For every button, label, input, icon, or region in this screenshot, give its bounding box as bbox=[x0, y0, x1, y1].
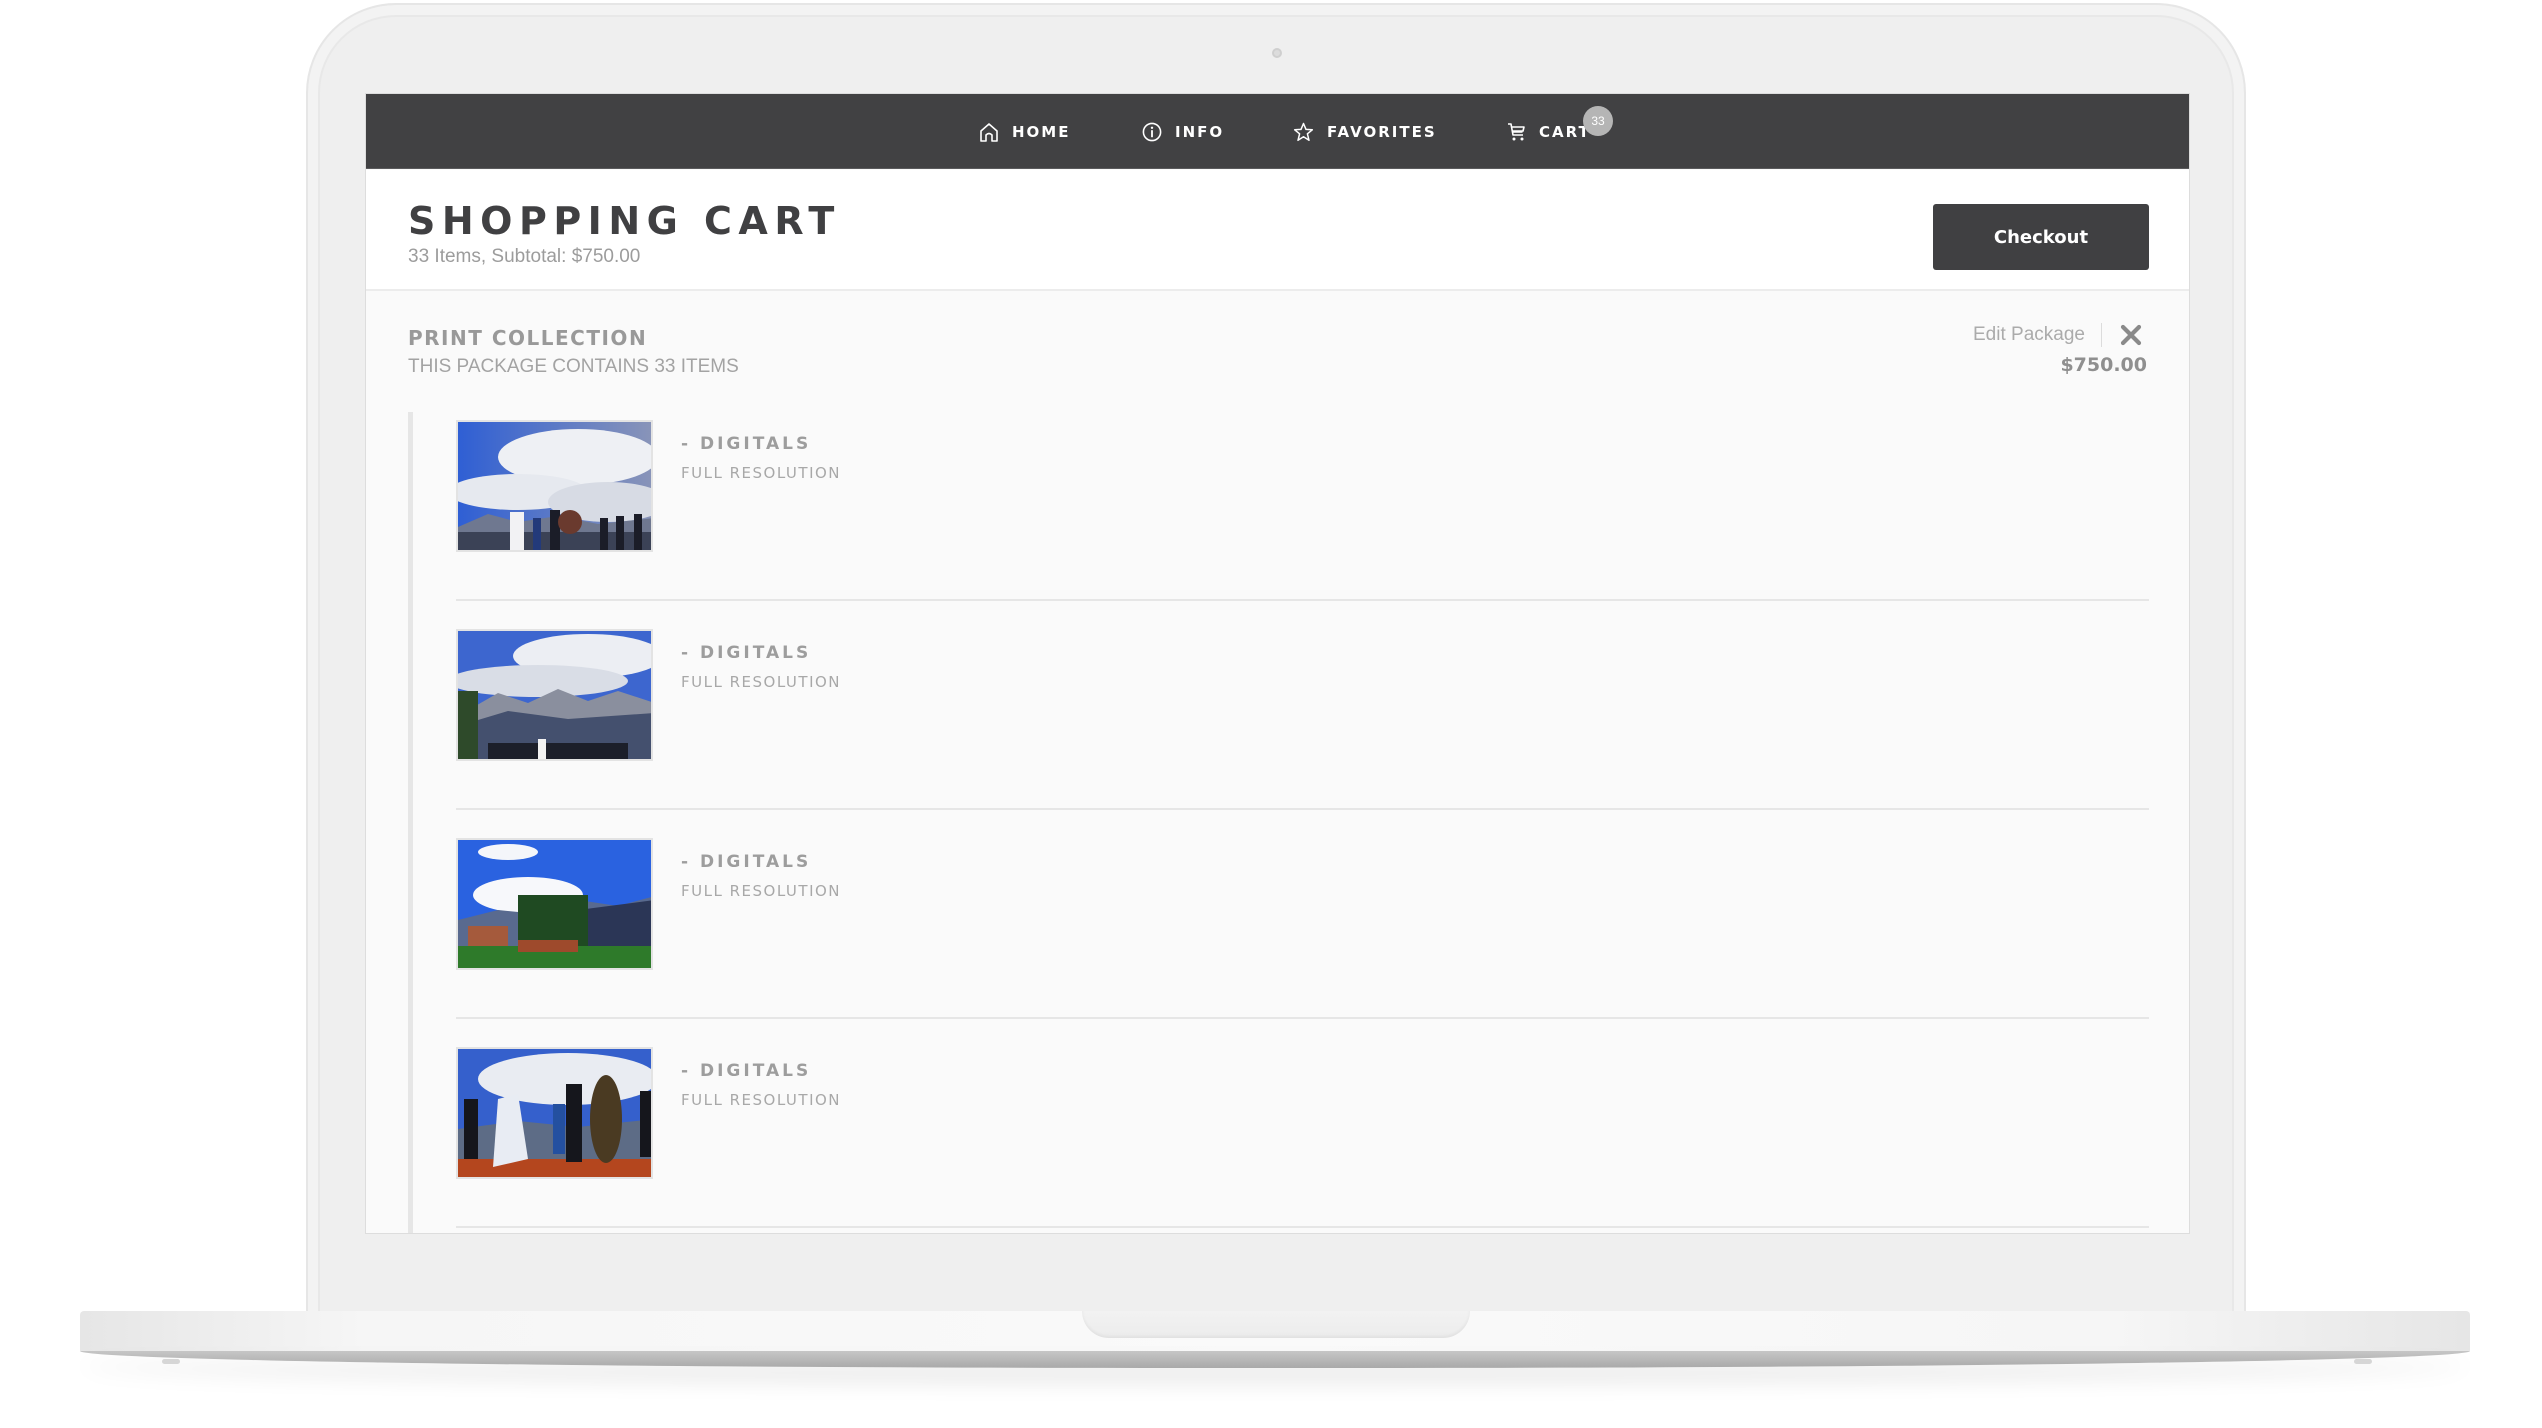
package-items-rule bbox=[408, 412, 413, 1233]
item-thumbnail[interactable] bbox=[456, 629, 653, 761]
item-description: FULL RESOLUTION bbox=[681, 673, 842, 691]
package-title: PRINT COLLECTION bbox=[408, 326, 648, 350]
item-description: FULL RESOLUTION bbox=[681, 464, 842, 482]
list-item: - DIGITALS FULL RESOLUTION bbox=[456, 392, 2149, 601]
cart-summary: 33 Items, Subtotal: $750.00 bbox=[408, 246, 641, 267]
remove-package-button[interactable] bbox=[2119, 323, 2143, 347]
laptop-hinge-notch bbox=[1082, 1311, 1470, 1338]
nav-info-label: INFO bbox=[1175, 122, 1225, 141]
item-description: FULL RESOLUTION bbox=[681, 882, 842, 900]
laptop-foot bbox=[2354, 1359, 2372, 1364]
item-name: - DIGITALS bbox=[681, 434, 812, 454]
laptop-foot bbox=[162, 1359, 180, 1364]
nav-favorites-label: FAVORITES bbox=[1327, 122, 1437, 141]
list-item: - DIGITALS FULL RESOLUTION bbox=[456, 601, 2149, 810]
screen: HOME INFO FAVORITES CART 33 SHOPPING CAR… bbox=[365, 93, 2190, 1234]
item-name: - DIGITALS bbox=[681, 1061, 812, 1081]
edit-package-link[interactable]: Edit Package bbox=[1973, 324, 2085, 346]
nav-favorites[interactable]: FAVORITES bbox=[1293, 94, 1437, 169]
item-name: - DIGITALS bbox=[681, 852, 812, 872]
laptop-base-edge bbox=[80, 1351, 2470, 1368]
item-thumbnail[interactable] bbox=[456, 420, 653, 552]
divider bbox=[2101, 323, 2102, 347]
cart-count-badge: 33 bbox=[1583, 106, 1613, 136]
nav-home-label: HOME bbox=[1012, 122, 1071, 141]
star-icon bbox=[1293, 122, 1314, 141]
cart-icon bbox=[1508, 122, 1525, 140]
list-item: - DIGITALS FULL RESOLUTION bbox=[456, 1019, 2149, 1228]
cart-header: SHOPPING CART 33 Items, Subtotal: $750.0… bbox=[366, 170, 2189, 291]
item-thumbnail[interactable] bbox=[456, 1047, 653, 1179]
camera-icon bbox=[1272, 48, 1282, 58]
package-price: $750.00 bbox=[2060, 354, 2147, 376]
nav-home[interactable]: HOME bbox=[979, 94, 1070, 169]
nav-info[interactable]: INFO bbox=[1142, 94, 1224, 169]
item-thumbnail[interactable] bbox=[456, 838, 653, 970]
item-name: - DIGITALS bbox=[681, 643, 812, 663]
page-title: SHOPPING CART bbox=[408, 199, 841, 243]
close-icon bbox=[2120, 324, 2142, 346]
info-icon bbox=[1142, 122, 1162, 141]
top-navbar: HOME INFO FAVORITES CART 33 bbox=[366, 94, 2189, 169]
item-description: FULL RESOLUTION bbox=[681, 1091, 842, 1109]
checkout-button[interactable]: Checkout bbox=[1933, 204, 2149, 270]
nav-cart[interactable]: CART bbox=[1507, 94, 1591, 169]
home-icon bbox=[980, 122, 998, 142]
list-item: - DIGITALS FULL RESOLUTION bbox=[456, 810, 2149, 1019]
package-subtitle: THIS PACKAGE CONTAINS 33 ITEMS bbox=[408, 356, 739, 377]
